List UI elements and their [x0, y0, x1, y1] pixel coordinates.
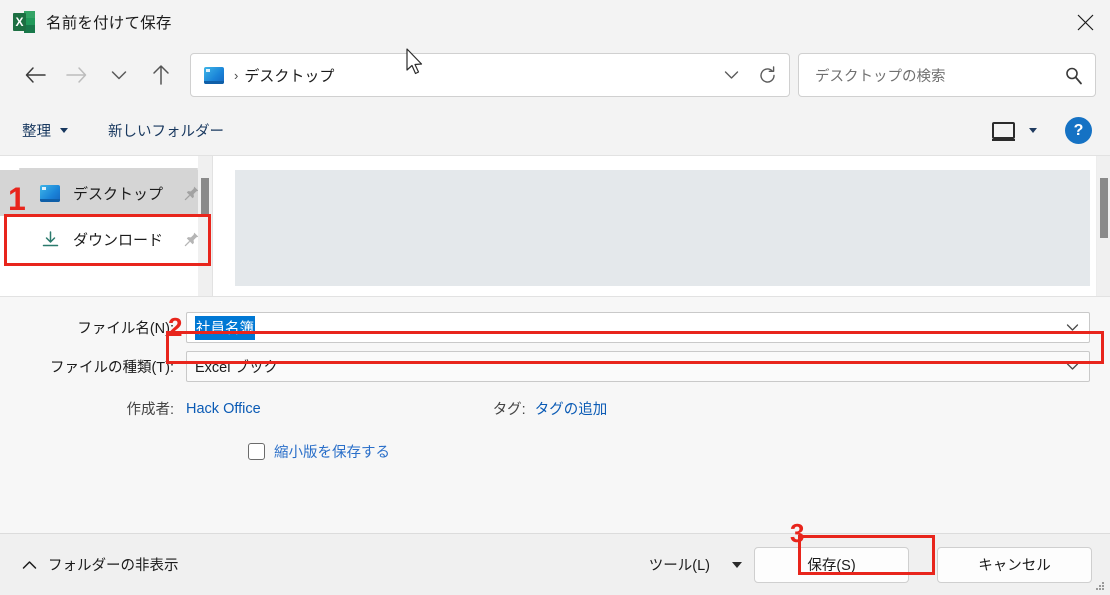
search-input[interactable]: デスクトップの検索 — [815, 65, 1064, 86]
metadata-row: 作成者: Hack Office タグ: タグの追加 — [20, 398, 1090, 419]
caret-down-icon — [732, 561, 742, 568]
filename-label: ファイル名(N): — [77, 321, 174, 337]
refresh-button[interactable] — [749, 55, 785, 95]
window-title: 名前を付けて保存 — [46, 15, 172, 32]
filetype-value: Excel ブック — [195, 360, 278, 376]
tools-label: ツール(L) — [648, 558, 710, 574]
desktop-icon — [40, 184, 60, 202]
breadcrumb-path[interactable]: デスクトップ — [244, 65, 334, 86]
dialog-footer: フォルダーの非表示 ツール(L) 保存(S) キャンセル — [0, 533, 1110, 595]
chevron-down-icon — [111, 70, 127, 79]
search-box[interactable]: デスクトップの検索 — [798, 53, 1096, 97]
search-icon — [1066, 67, 1082, 84]
browser-area: デスクトップ ダウンロード — [0, 156, 1110, 296]
resize-grip-icon[interactable] — [1094, 580, 1106, 592]
author-value[interactable]: Hack Office — [186, 401, 261, 417]
navigation-bar: › デスクトップ デスクトップの検索 — [0, 44, 1110, 106]
file-list-placeholder — [235, 170, 1090, 286]
arrow-up-icon — [153, 65, 169, 85]
save-button-label: 保存(S) — [807, 558, 856, 574]
filename-row: ファイル名(N): 社員名簿 — [20, 312, 1090, 343]
filename-input[interactable]: 社員名簿 — [195, 315, 255, 340]
title-bar: X 名前を付けて保存 — [0, 0, 1110, 44]
save-button[interactable]: 保存(S) — [754, 546, 909, 583]
tags-label: タグ: — [492, 402, 526, 418]
tools-button[interactable]: ツール(L) — [649, 554, 742, 575]
hide-folders-button[interactable]: フォルダーの非表示 — [22, 554, 179, 575]
new-folder-label: 新しいフォルダー — [108, 124, 224, 140]
excel-icon-letter: X — [15, 15, 24, 29]
command-toolbar: 整理 新しいフォルダー ? — [0, 106, 1110, 156]
cancel-button-label: キャンセル — [978, 558, 1051, 574]
sidebar-scrollbar[interactable] — [198, 156, 212, 296]
organize-button[interactable]: 整理 — [22, 120, 68, 141]
forward-button[interactable] — [56, 54, 98, 96]
arrow-left-icon — [25, 67, 46, 83]
author-label: 作成者: — [126, 402, 174, 418]
new-folder-button[interactable]: 新しいフォルダー — [108, 120, 224, 141]
save-as-dialog: X 名前を付けて保存 › デスクトップ デスクトップの検索 整理 新しいフォルダ… — [0, 0, 1110, 595]
sidebar-scrollbar-thumb[interactable] — [201, 178, 209, 216]
breadcrumb-separator: › — [234, 67, 239, 83]
close-button[interactable] — [1060, 0, 1110, 44]
cancel-button[interactable]: キャンセル — [937, 546, 1092, 583]
filetype-combo[interactable]: Excel ブック — [186, 351, 1090, 382]
sidebar-item-label: ダウンロード — [73, 231, 164, 249]
tags-add-link[interactable]: タグの追加 — [535, 398, 608, 419]
address-dropdown-button[interactable] — [713, 55, 749, 95]
address-bar[interactable]: › デスクトップ — [190, 53, 790, 97]
hide-folders-label: フォルダーの非表示 — [48, 558, 179, 574]
organize-label: 整理 — [22, 124, 51, 140]
file-list-pane[interactable] — [213, 156, 1110, 296]
navigation-pane: デスクトップ ダウンロード — [0, 156, 212, 296]
close-icon — [1077, 14, 1093, 30]
back-button[interactable] — [14, 54, 56, 96]
sidebar-item-desktop[interactable]: デスクトップ — [0, 170, 212, 216]
filename-combo[interactable]: 社員名簿 — [186, 312, 1090, 343]
caret-down-icon — [1029, 128, 1037, 133]
refresh-icon — [759, 65, 775, 83]
help-icon: ? — [1073, 121, 1084, 139]
chevron-up-icon — [22, 560, 37, 569]
desktop-icon — [204, 66, 224, 84]
save-thumbnail-label[interactable]: 縮小版を保存する — [274, 441, 390, 462]
help-button[interactable]: ? — [1065, 117, 1092, 144]
file-list-scrollbar[interactable] — [1096, 156, 1110, 296]
arrow-right-icon — [66, 67, 87, 83]
layout-view-icon — [992, 122, 1015, 141]
excel-icon: X — [13, 11, 35, 33]
filetype-label: ファイルの種類(T): — [49, 360, 174, 376]
save-thumbnail-checkbox[interactable] — [248, 443, 265, 460]
sidebar-item-downloads[interactable]: ダウンロード — [0, 216, 212, 262]
recent-locations-button[interactable] — [98, 54, 140, 96]
chevron-down-icon — [724, 71, 738, 79]
chevron-down-icon — [1066, 324, 1078, 331]
filetype-row: ファイルの種類(T): Excel ブック — [20, 351, 1090, 382]
filetype-dropdown-button[interactable] — [1061, 362, 1083, 371]
sidebar-item-label: デスクトップ — [73, 185, 164, 203]
up-button[interactable] — [140, 54, 182, 96]
save-form: ファイル名(N): 社員名簿 ファイルの種類(T): Excel ブック 作成者… — [0, 296, 1110, 533]
thumbnail-row: 縮小版を保存する — [248, 441, 1090, 462]
download-icon — [40, 230, 60, 248]
caret-down-icon — [60, 128, 68, 133]
file-list-scrollbar-thumb[interactable] — [1100, 178, 1108, 238]
view-options-button[interactable] — [992, 122, 1037, 141]
chevron-down-icon — [1066, 363, 1078, 370]
filename-dropdown-button[interactable] — [1061, 323, 1083, 332]
